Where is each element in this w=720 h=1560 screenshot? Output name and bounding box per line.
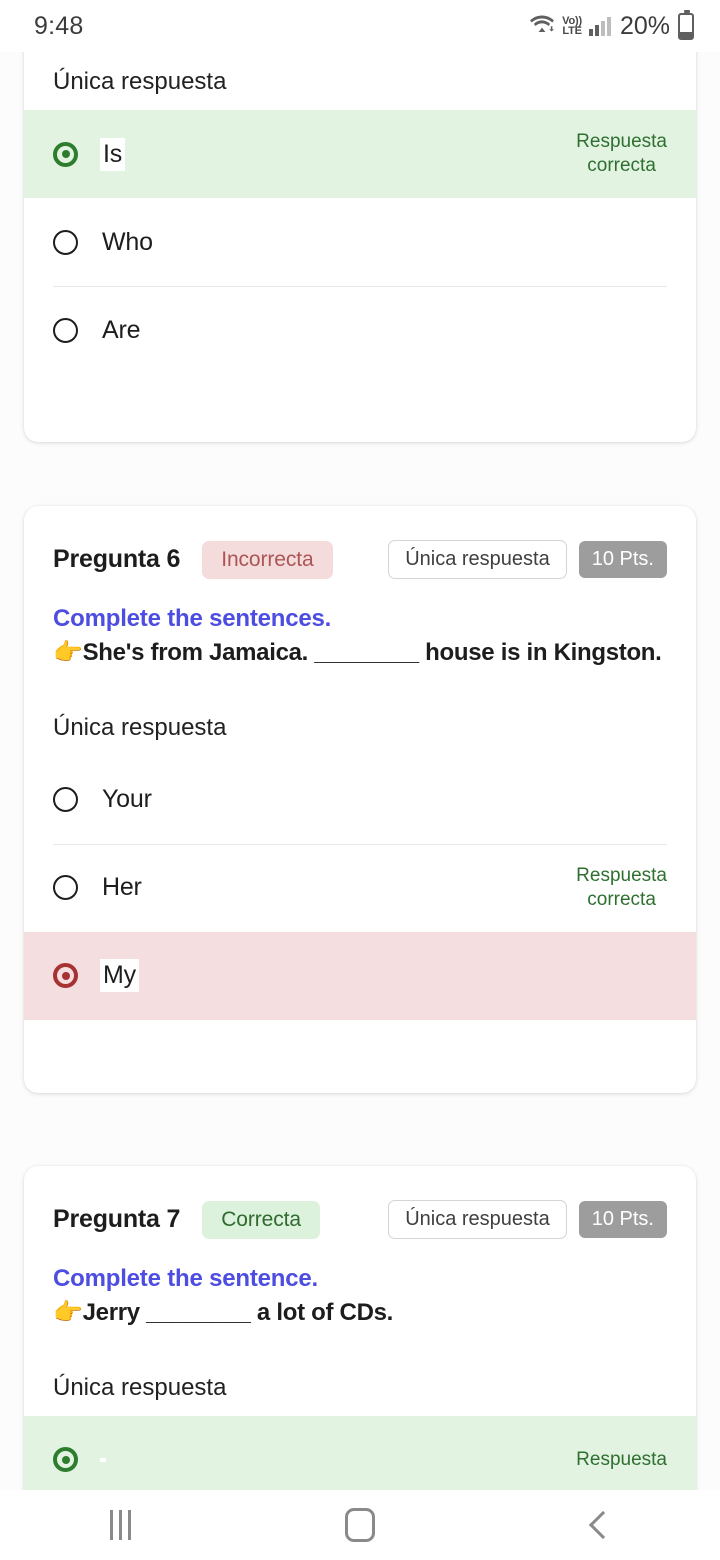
question-prompt: Complete the sentence. 👉Jerry ________ a… [53,1239,667,1330]
home-button[interactable] [300,1490,420,1560]
answer-type-chip[interactable]: Única respuesta [388,1200,567,1239]
option-row[interactable]: Is Respuesta correcta [24,110,696,198]
status-time: 9:48 [34,11,84,40]
question-header: Pregunta 6 Incorrecta Única respuesta 10… [53,506,667,579]
option-label: Your [102,785,152,814]
option-row[interactable]: Your [24,756,696,844]
status-bar: 9:48 Vo)) LTE 20% [0,0,720,52]
option-row[interactable]: My [24,931,696,1020]
prompt-heading: Complete the sentence. [53,1265,319,1292]
option-label: Is [100,137,126,171]
wifi-icon [529,13,555,40]
question-header: Pregunta 7 Correcta Única respuesta 10 P… [53,1166,667,1239]
question-card-partial-top: Única respuesta Is Respuesta correcta Wh… [24,52,696,442]
back-button[interactable] [540,1490,660,1560]
options-list: Is Respuesta correcta Who Are [24,96,696,374]
option-row[interactable]: Who [24,198,696,286]
status-badge: Incorrecta [202,540,333,579]
volte-icon: Vo)) LTE [562,14,582,37]
pointing-right-icon: 👉 [53,639,83,667]
home-icon [345,1508,375,1542]
pointing-right-icon: 👉 [53,1299,83,1327]
options-list: Your Her Respuesta correcta My [24,742,696,1020]
option-label [100,1457,106,1462]
prompt-sentence-line: 👉Jerry ________ a lot of CDs. [53,1297,667,1329]
prompt-sentence-text: Jerry ________ a lot of CDs. [82,1299,394,1327]
points-badge: 10 Pts. [578,1201,667,1238]
correct-answer-note: Respuesta correcta [576,131,667,176]
question-title: Pregunta 6 [53,545,181,573]
battery-percent: 20% [619,11,670,40]
option-row[interactable]: Respuesta [24,1415,696,1490]
correct-answer-note: Respuesta [576,1448,667,1470]
signal-bars-icon [588,16,611,36]
points-badge: 10 Pts. [578,541,667,578]
radio-selected-wrong-icon[interactable] [53,963,78,989]
option-label: Are [102,315,141,344]
option-label: Her [102,873,142,902]
quiz-review-scroll-area[interactable]: Única respuesta Is Respuesta correcta Wh… [0,52,720,1490]
recents-button[interactable] [60,1490,180,1560]
correct-answer-note: Respuesta correcta [576,864,667,910]
question-card-6: Pregunta 6 Incorrecta Única respuesta 10… [24,506,696,1093]
answer-type-label: Única respuesta [53,1373,227,1401]
radio-selected-correct-icon[interactable] [53,141,78,167]
answer-type-label: Única respuesta [53,713,227,741]
android-navigation-bar [0,1490,720,1560]
prompt-sentence-line: 👉She's from Jamaica. ________ house is i… [53,637,667,669]
radio-unselected-icon[interactable] [53,317,78,343]
option-row[interactable]: Her Respuesta correcta [24,843,696,932]
options-list: Respuesta [24,1402,696,1490]
radio-unselected-icon[interactable] [53,787,78,813]
status-icons: Vo)) LTE 20% [529,9,694,41]
prompt-heading: Complete the sentences. [53,605,332,632]
prompt-sentence-text: She's from Jamaica. ________ house is in… [82,639,662,667]
option-row[interactable]: Are [24,286,696,374]
option-label: Who [102,227,153,256]
radio-unselected-icon[interactable] [53,229,78,255]
question-title: Pregunta 7 [53,1205,181,1233]
answer-type-label: Única respuesta [53,68,227,95]
question-prompt: Complete the sentences. 👉She's from Jama… [53,579,667,670]
radio-unselected-icon[interactable] [53,875,78,901]
option-label: My [100,959,139,993]
radio-selected-correct-icon[interactable] [53,1447,78,1473]
status-badge: Correcta [202,1200,320,1239]
battery-icon [678,9,694,40]
question-card-7: Pregunta 7 Correcta Única respuesta 10 P… [24,1166,696,1490]
answer-type-chip[interactable]: Única respuesta [388,540,567,579]
recents-icon [109,1510,131,1540]
back-chevron-icon [588,1510,618,1540]
